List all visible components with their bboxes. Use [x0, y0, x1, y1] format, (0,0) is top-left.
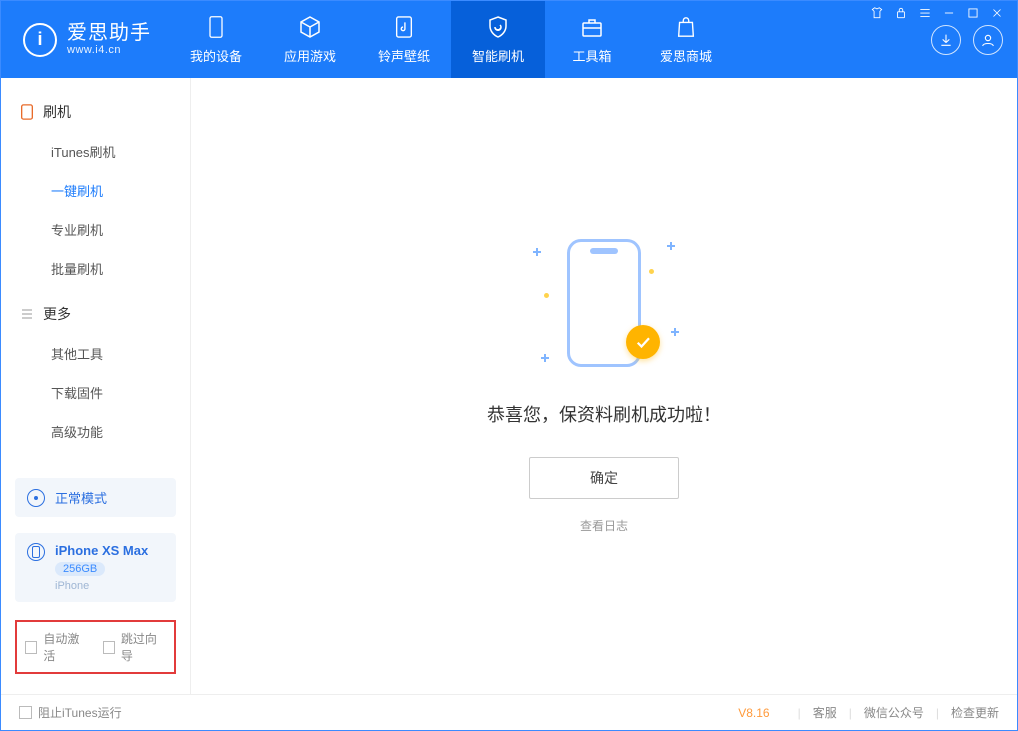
success-message: 恭喜您，保资料刷机成功啦！ [487, 401, 721, 427]
brand-name-cn: 爱思助手 [67, 22, 151, 44]
ok-button[interactable]: 确定 [529, 457, 679, 499]
sidebar-group-label: 更多 [43, 304, 71, 324]
brand-text: 爱思助手 www.i4.cn [67, 22, 151, 56]
footer-link-update[interactable]: 检查更新 [951, 704, 999, 721]
sidebar-item-batch-flash[interactable]: 批量刷机 [1, 249, 190, 288]
checkbox-icon [103, 641, 115, 654]
sparkle-icon [668, 243, 674, 249]
sidebar-group-header[interactable]: 更多 [1, 294, 190, 334]
tab-label: 应用游戏 [284, 46, 336, 65]
checkbox-skip-guide[interactable]: 跳过向导 [103, 630, 167, 664]
sidebar-group-more: 更多 其他工具 下载固件 高级功能 [1, 294, 190, 451]
titlebar-icons [870, 6, 1004, 20]
dot-icon [544, 293, 549, 298]
footer-link-service[interactable]: 客服 [813, 704, 837, 721]
tab-my-device[interactable]: 我的设备 [169, 1, 263, 78]
view-log-link[interactable]: 查看日志 [580, 517, 628, 534]
device-name: iPhone XS Max [55, 543, 148, 558]
app-window: i 爱思助手 www.i4.cn 我的设备 应用游戏 铃声壁纸 智能刷机 [0, 0, 1018, 731]
bag-icon [673, 14, 699, 40]
tab-label: 工具箱 [572, 46, 611, 65]
device-card[interactable]: iPhone XS Max 256GB iPhone [15, 533, 176, 602]
mode-card[interactable]: 正常模式 [15, 478, 176, 517]
sidebar-group-header[interactable]: 刷机 [1, 92, 190, 132]
footer: 阻止iTunes运行 V8.16 | 客服 | 微信公众号 | 检查更新 [1, 694, 1017, 730]
device-phone-icon [27, 543, 45, 561]
maximize-icon[interactable] [966, 6, 980, 20]
body: 刷机 iTunes刷机 一键刷机 专业刷机 批量刷机 更多 其他工具 下载固件 … [1, 78, 1017, 694]
checkbox-block-itunes[interactable]: 阻止iTunes运行 [19, 704, 122, 721]
brand[interactable]: i 爱思助手 www.i4.cn [1, 1, 169, 78]
mode-label: 正常模式 [55, 488, 107, 507]
tab-label: 我的设备 [190, 46, 242, 65]
menu-icon[interactable] [918, 6, 932, 20]
dot-icon [649, 269, 654, 274]
sidebar-item-download-fw[interactable]: 下载固件 [1, 373, 190, 412]
tab-smart-flash[interactable]: 智能刷机 [451, 1, 545, 78]
tab-apps[interactable]: 应用游戏 [263, 1, 357, 78]
shield-refresh-icon [485, 14, 511, 40]
sidebar-group-flash: 刷机 iTunes刷机 一键刷机 专业刷机 批量刷机 [1, 92, 190, 288]
check-badge-icon [626, 325, 660, 359]
sparkle-icon [672, 329, 678, 335]
cube-icon [297, 14, 323, 40]
download-button[interactable] [931, 25, 961, 55]
sidebar-item-other-tools[interactable]: 其他工具 [1, 334, 190, 373]
device-capacity: 256GB [55, 562, 105, 576]
minimize-icon[interactable] [942, 6, 956, 20]
device-body: iPhone XS Max 256GB iPhone [55, 543, 148, 592]
mode-normal-icon [27, 489, 45, 507]
device-type: iPhone [55, 580, 148, 592]
footer-link-wechat[interactable]: 微信公众号 [864, 704, 924, 721]
sidebar-item-onekey-flash[interactable]: 一键刷机 [1, 171, 190, 210]
success-illustration [534, 239, 674, 379]
sidebar-item-itunes-flash[interactable]: iTunes刷机 [1, 132, 190, 171]
sparkle-icon [542, 355, 548, 361]
close-icon[interactable] [990, 6, 1004, 20]
account-button[interactable] [973, 25, 1003, 55]
sparkle-icon [534, 249, 540, 255]
tab-ringtones[interactable]: 铃声壁纸 [357, 1, 451, 78]
brand-logo-icon: i [23, 23, 57, 57]
tab-label: 铃声壁纸 [378, 46, 430, 65]
tab-label: 爱思商城 [660, 46, 712, 65]
tab-toolbox[interactable]: 工具箱 [545, 1, 639, 78]
phone-icon [203, 14, 229, 40]
checkbox-auto-activate[interactable]: 自动激活 [25, 630, 89, 664]
device-icon [19, 104, 35, 120]
header: i 爱思助手 www.i4.cn 我的设备 应用游戏 铃声壁纸 智能刷机 [1, 1, 1017, 78]
toolbox-icon [579, 14, 605, 40]
sidebar: 刷机 iTunes刷机 一键刷机 专业刷机 批量刷机 更多 其他工具 下载固件 … [1, 78, 191, 694]
tab-store[interactable]: 爱思商城 [639, 1, 733, 78]
highlighted-options-box: 自动激活 跳过向导 [15, 620, 176, 674]
checkbox-label: 阻止iTunes运行 [38, 704, 122, 721]
sidebar-group-label: 刷机 [43, 102, 71, 122]
checkbox-label: 跳过向导 [121, 630, 166, 664]
list-icon [19, 306, 35, 322]
checkbox-icon [19, 706, 32, 719]
version-label: V8.16 [738, 706, 769, 720]
nav-tabs: 我的设备 应用游戏 铃声壁纸 智能刷机 工具箱 爱思商城 [169, 1, 733, 78]
brand-name-en: www.i4.cn [67, 44, 151, 56]
main-content: 恭喜您，保资料刷机成功啦！ 确定 查看日志 [191, 78, 1017, 694]
music-file-icon [391, 14, 417, 40]
tab-label: 智能刷机 [472, 46, 524, 65]
checkbox-label: 自动激活 [43, 630, 88, 664]
sidebar-item-advanced[interactable]: 高级功能 [1, 412, 190, 451]
tshirt-icon[interactable] [870, 6, 884, 20]
checkbox-icon [25, 641, 37, 654]
lock-icon[interactable] [894, 6, 908, 20]
sidebar-item-pro-flash[interactable]: 专业刷机 [1, 210, 190, 249]
